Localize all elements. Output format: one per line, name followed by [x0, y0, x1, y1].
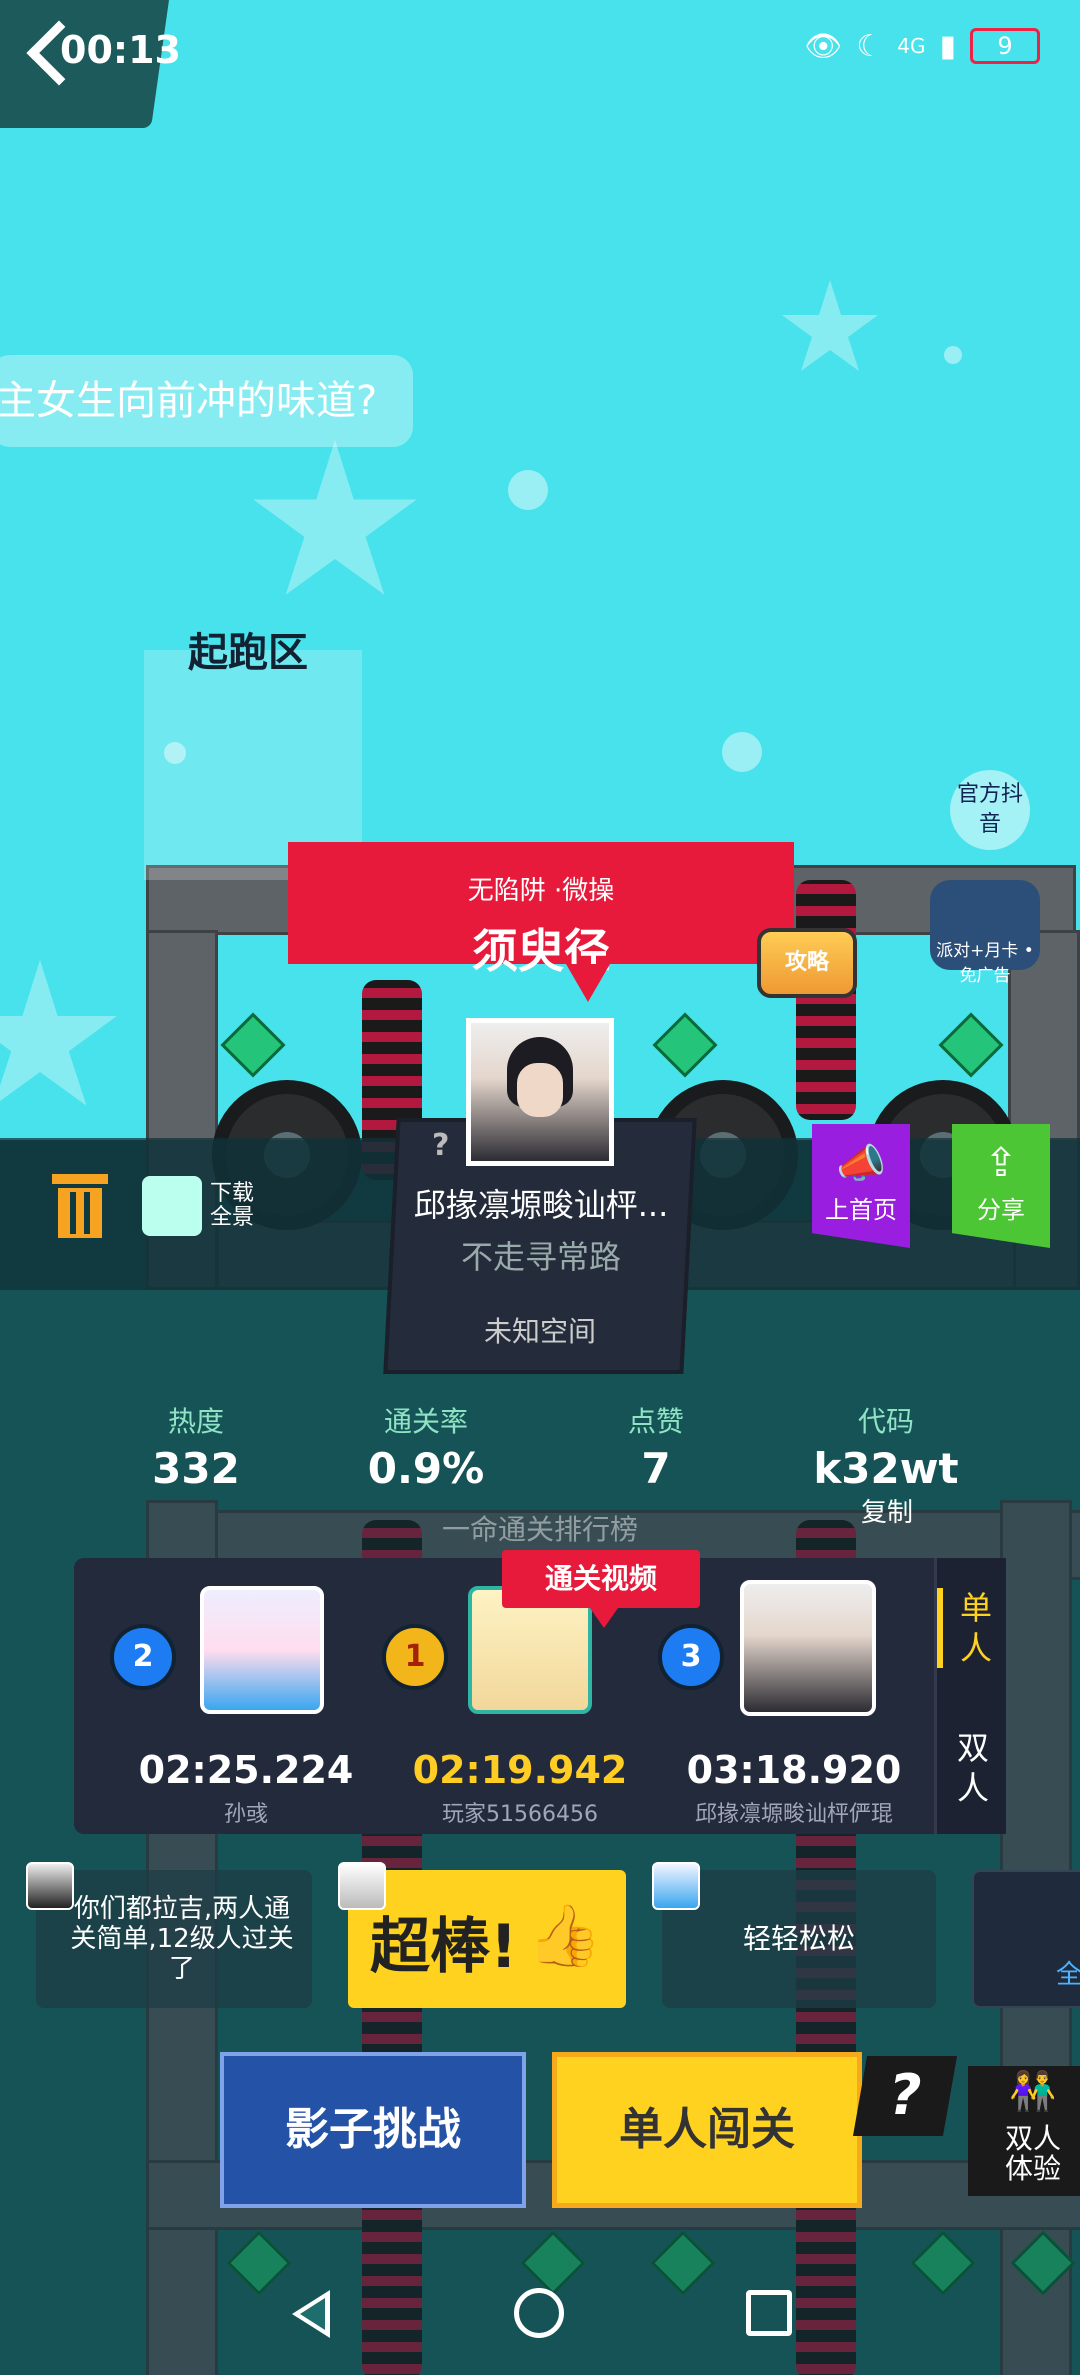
- comment-card[interactable]: 轻轻松松: [662, 1870, 936, 2008]
- tab-single[interactable]: 单人: [937, 1588, 1009, 1668]
- awesome-label: 超棒!: [370, 1912, 518, 1982]
- level-name: 须臾径: [472, 924, 610, 978]
- battery-level: 9: [997, 32, 1013, 60]
- leaderboard-tabs: 单人 双人: [934, 1558, 1006, 1834]
- rank-badge-1: 1: [382, 1624, 448, 1690]
- commenter-avatar: [652, 1862, 700, 1910]
- level-tags: 无陷阱 ·微操: [467, 876, 615, 906]
- comment-text: 你们都拉吉,两人通关简单,12级人过关了: [70, 1894, 294, 1984]
- author-name: 邱掾凛塬畯讪枰...: [413, 1186, 669, 1224]
- homepage-button[interactable]: 📣 上首页: [812, 1124, 910, 1248]
- megaphone-icon: 📣: [836, 1141, 886, 1187]
- author-avatar[interactable]: [466, 1018, 614, 1166]
- tab-single-label: 单人: [959, 1589, 992, 1667]
- two-people-icon: 👫: [1009, 2069, 1057, 2113]
- duo-trial-button[interactable]: 👫 双人体验: [968, 2066, 1080, 2196]
- rank-time: 02:19.942: [412, 1748, 628, 1792]
- nav-home-icon[interactable]: [514, 2288, 564, 2338]
- rank-badge-2: 2: [110, 1624, 176, 1690]
- status-time: 00:13: [60, 28, 181, 72]
- rank-player: 孙彧: [223, 1802, 268, 1827]
- stat-heat: 热度 332: [96, 1400, 296, 1493]
- eye-icon: 👁: [804, 28, 843, 64]
- comment-text: 全: [1056, 1960, 1080, 1990]
- stat-code: 代码 k32wt: [786, 1400, 986, 1493]
- moon-icon: ☾: [856, 28, 884, 64]
- guide-tv-button[interactable]: 攻略: [757, 928, 857, 998]
- stat-label: 代码: [857, 1405, 914, 1438]
- rank-player: 邱掾凛塬畯讪枰俨琨: [694, 1802, 893, 1827]
- awesome-comment-button[interactable]: 超棒! 👍: [348, 1870, 626, 2008]
- author-motto: 不走寻常路: [460, 1238, 621, 1276]
- copy-code-button[interactable]: 复制: [830, 1492, 944, 1529]
- rank-badge-3: 3: [658, 1624, 724, 1690]
- camera-icon[interactable]: [142, 1176, 202, 1236]
- player-avatar[interactable]: [740, 1580, 876, 1716]
- thumbs-up-icon: 👍: [527, 1901, 602, 1971]
- tab-duo[interactable]: 双人: [937, 1728, 1009, 1808]
- stat-label: 热度: [167, 1405, 224, 1438]
- comment-text: 轻轻松松: [742, 1922, 855, 1955]
- share-icon: ⇪: [984, 1140, 1018, 1186]
- bubble-decoration: [722, 732, 762, 772]
- rank-time: 02:25.224: [138, 1748, 354, 1792]
- official-douyin-button[interactable]: 官方抖音: [950, 770, 1030, 850]
- stat-label: 点赞: [627, 1405, 684, 1438]
- signal-icon: ▮: [939, 28, 956, 64]
- star-decoration: [0, 960, 117, 1106]
- stat-value: 7: [641, 1444, 671, 1493]
- homepage-label: 上首页: [825, 1196, 897, 1224]
- battery-icon: 9: [970, 28, 1040, 64]
- stat-value: 332: [152, 1444, 240, 1493]
- commenter-avatar: [26, 1862, 74, 1910]
- gift-badge[interactable]: 派对+月卡 •免广告: [930, 880, 1040, 986]
- single-play-button[interactable]: 单人闯关: [552, 2052, 862, 2208]
- start-zone-label: 起跑区: [188, 630, 308, 676]
- star-decoration: [253, 440, 417, 595]
- download-panorama-label[interactable]: 下载全景: [210, 1182, 262, 1230]
- question-mark-icon: ?: [432, 1128, 450, 1163]
- status-icons: 👁 ☾ 4G ▮ 9: [804, 28, 1040, 64]
- stat-value: k32wt: [813, 1444, 959, 1493]
- comment-card[interactable]: 你们都拉吉,两人通关简单,12级人过关了: [36, 1870, 312, 2008]
- commenter-avatar: [338, 1862, 386, 1910]
- stat-label: 通关率: [383, 1405, 468, 1438]
- stat-clear-rate: 通关率 0.9%: [326, 1400, 526, 1493]
- player-avatar[interactable]: [200, 1586, 324, 1714]
- stat-value: 0.9%: [367, 1444, 485, 1493]
- level-banner: 无陷阱 ·微操 须臾径: [288, 842, 794, 1002]
- chat-bubble: 主女生向前冲的味道?: [0, 355, 414, 447]
- help-button[interactable]: ?: [852, 2056, 958, 2136]
- rank-time: 03:18.920: [686, 1748, 902, 1792]
- author-space: 未知空间: [483, 1315, 596, 1348]
- trash-icon[interactable]: [52, 1174, 108, 1238]
- leaderboard-title: 一命通关排行榜: [441, 1513, 638, 1546]
- clear-video-tag[interactable]: 通关视频: [502, 1550, 700, 1628]
- duo-label: 双人体验: [1004, 2122, 1061, 2185]
- share-label: 分享: [977, 1196, 1025, 1224]
- shadow-challenge-button[interactable]: 影子挑战: [220, 2052, 526, 2208]
- nav-back-icon[interactable]: [288, 2290, 330, 2338]
- bubble-decoration: [508, 470, 548, 510]
- rank-player: 玩家51566456: [442, 1802, 598, 1827]
- spring-obstacle: [796, 880, 856, 1120]
- share-button[interactable]: ⇪ 分享: [952, 1124, 1050, 1248]
- star-decoration: [782, 280, 878, 371]
- network-label: 4G: [897, 34, 926, 58]
- bubble-decoration: [944, 346, 962, 364]
- stat-likes: 点赞 7: [556, 1400, 756, 1493]
- nav-recent-icon[interactable]: [746, 2290, 792, 2336]
- tab-duo-label: 双人: [956, 1729, 989, 1807]
- comment-card[interactable]: 全: [972, 1870, 1080, 2008]
